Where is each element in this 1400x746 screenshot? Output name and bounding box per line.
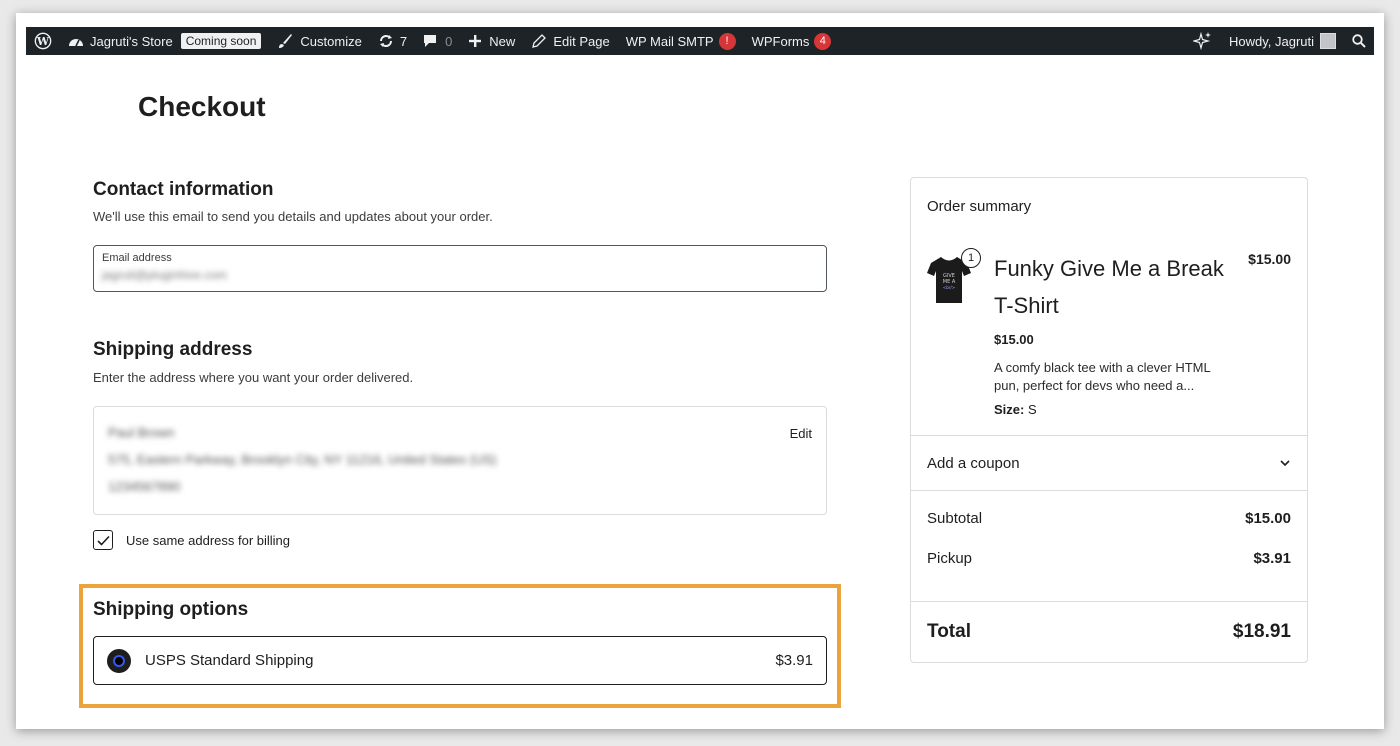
size-label: Size: (994, 402, 1025, 417)
refresh-icon (379, 35, 392, 47)
wp-mail-smtp-label: WP Mail SMTP (625, 33, 714, 49)
chevron-down-icon (1280, 460, 1290, 467)
email-value: jagruti@pluginhive.com (102, 268, 227, 282)
order-summary-panel: Order summary GIVE ME A <br/> 1 Funky Gi… (910, 177, 1308, 663)
svg-text:<br/>: <br/> (943, 285, 955, 290)
browser-window: W Jagruti's Store Coming soon Customize … (16, 13, 1384, 729)
customize-label: Customize (300, 33, 362, 49)
contact-description: We'll use this email to send you details… (93, 209, 493, 224)
subtotal-value: $15.00 (1245, 510, 1291, 527)
same-billing-checkbox[interactable] (93, 530, 113, 550)
product-name: Funky Give Me a Break T-Shirt (994, 256, 1224, 318)
email-field[interactable]: Email address jagruti@pluginhive.com (93, 245, 827, 292)
paintbrush-icon (279, 34, 293, 48)
comments-count: 0 (445, 33, 453, 49)
wp-mail-smtp-menu[interactable]: WP Mail SMTP ! (618, 27, 744, 55)
pickup-value: $3.91 (1253, 550, 1291, 567)
address-phone: 1234567890 (108, 479, 181, 494)
ai-sparkle-button[interactable] (1185, 27, 1221, 55)
updates-link[interactable]: 7 (370, 27, 415, 55)
shipping-address-title: Shipping address (93, 339, 253, 360)
product-line-total: $15.00 (1248, 251, 1291, 267)
dashboard-gauge-icon (69, 39, 83, 47)
sparkle-icon (1192, 31, 1211, 51)
admin-search-button[interactable] (1344, 27, 1374, 55)
same-billing-label: Use same address for billing (126, 532, 291, 548)
shipping-options-title: Shipping options (93, 599, 249, 620)
order-summary-title: Order summary (927, 198, 1032, 215)
smtp-alert-badge: ! (718, 32, 736, 50)
address-card: Paul Brown 575, Eastern Parkway, Brookly… (93, 406, 827, 515)
account-menu[interactable]: Howdy, Jagruti (1221, 27, 1344, 55)
wpforms-label: WPForms (751, 33, 810, 49)
edit-page-label: Edit Page (553, 33, 610, 49)
summary-divider (911, 490, 1307, 491)
howdy-label: Howdy, Jagruti (1228, 33, 1314, 49)
address-name: Paul Brown (108, 425, 175, 440)
shipping-option-price: $3.91 (775, 652, 813, 669)
edit-page-link[interactable]: Edit Page (523, 27, 617, 55)
new-label: New (489, 33, 516, 49)
address-street: 575, Eastern Parkway, Brooklyn City, NY … (108, 452, 497, 467)
product-description: A comfy black tee with a clever HTML pun… (994, 360, 1211, 393)
site-name: Jagruti's Store (90, 33, 173, 49)
site-name-menu[interactable]: Jagruti's Store Coming soon (60, 27, 269, 55)
coming-soon-badge[interactable]: Coming soon (180, 33, 262, 49)
pickup-row: Pickup $3.91 (927, 550, 1291, 567)
comment-bubble-icon (424, 35, 437, 47)
customize-link[interactable]: Customize (269, 27, 369, 55)
shipping-option-usps[interactable]: USPS Standard Shipping $3.91 (93, 636, 827, 685)
summary-divider (911, 601, 1307, 602)
shipping-option-name: USPS Standard Shipping (145, 652, 314, 669)
product-price: $15.00 (994, 332, 1034, 347)
shipping-option-radio[interactable] (107, 648, 131, 673)
svg-text:W: W (36, 35, 50, 48)
plus-icon (469, 35, 482, 47)
email-field-label: Email address (102, 252, 172, 264)
wpforms-count-badge: 4 (814, 32, 832, 50)
total-value: $18.91 (1232, 621, 1291, 642)
summary-divider (911, 435, 1307, 436)
subtotal-row: Subtotal $15.00 (927, 510, 1291, 527)
wpforms-menu[interactable]: WPForms 4 (744, 27, 840, 55)
add-coupon-toggle[interactable]: Add a coupon (927, 455, 1291, 472)
checkmark-icon (96, 535, 110, 546)
total-row: Total $18.91 (927, 621, 1291, 643)
comments-link[interactable]: 0 (415, 27, 460, 55)
pickup-label: Pickup (927, 550, 973, 567)
page-title: Checkout (138, 91, 266, 122)
contact-section-title: Contact information (93, 179, 274, 200)
quantity-badge: 1 (961, 248, 981, 268)
total-label: Total (927, 621, 971, 642)
edit-address-link[interactable]: Edit (790, 426, 812, 441)
search-icon (1352, 34, 1366, 48)
size-value: S (1027, 402, 1037, 417)
updates-count: 7 (399, 33, 408, 49)
avatar (1320, 33, 1336, 49)
wordpress-logo-icon[interactable]: W (26, 27, 60, 55)
product-size: Size: S (994, 402, 1037, 417)
wp-admin-bar: W Jagruti's Store Coming soon Customize … (26, 27, 1374, 55)
pencil-icon (532, 33, 547, 48)
same-billing-row[interactable]: Use same address for billing (93, 530, 290, 550)
new-content-menu[interactable]: New (460, 27, 523, 55)
add-coupon-label: Add a coupon (927, 455, 1020, 472)
subtotal-label: Subtotal (927, 510, 983, 527)
shipping-address-description: Enter the address where you want your or… (93, 370, 414, 385)
